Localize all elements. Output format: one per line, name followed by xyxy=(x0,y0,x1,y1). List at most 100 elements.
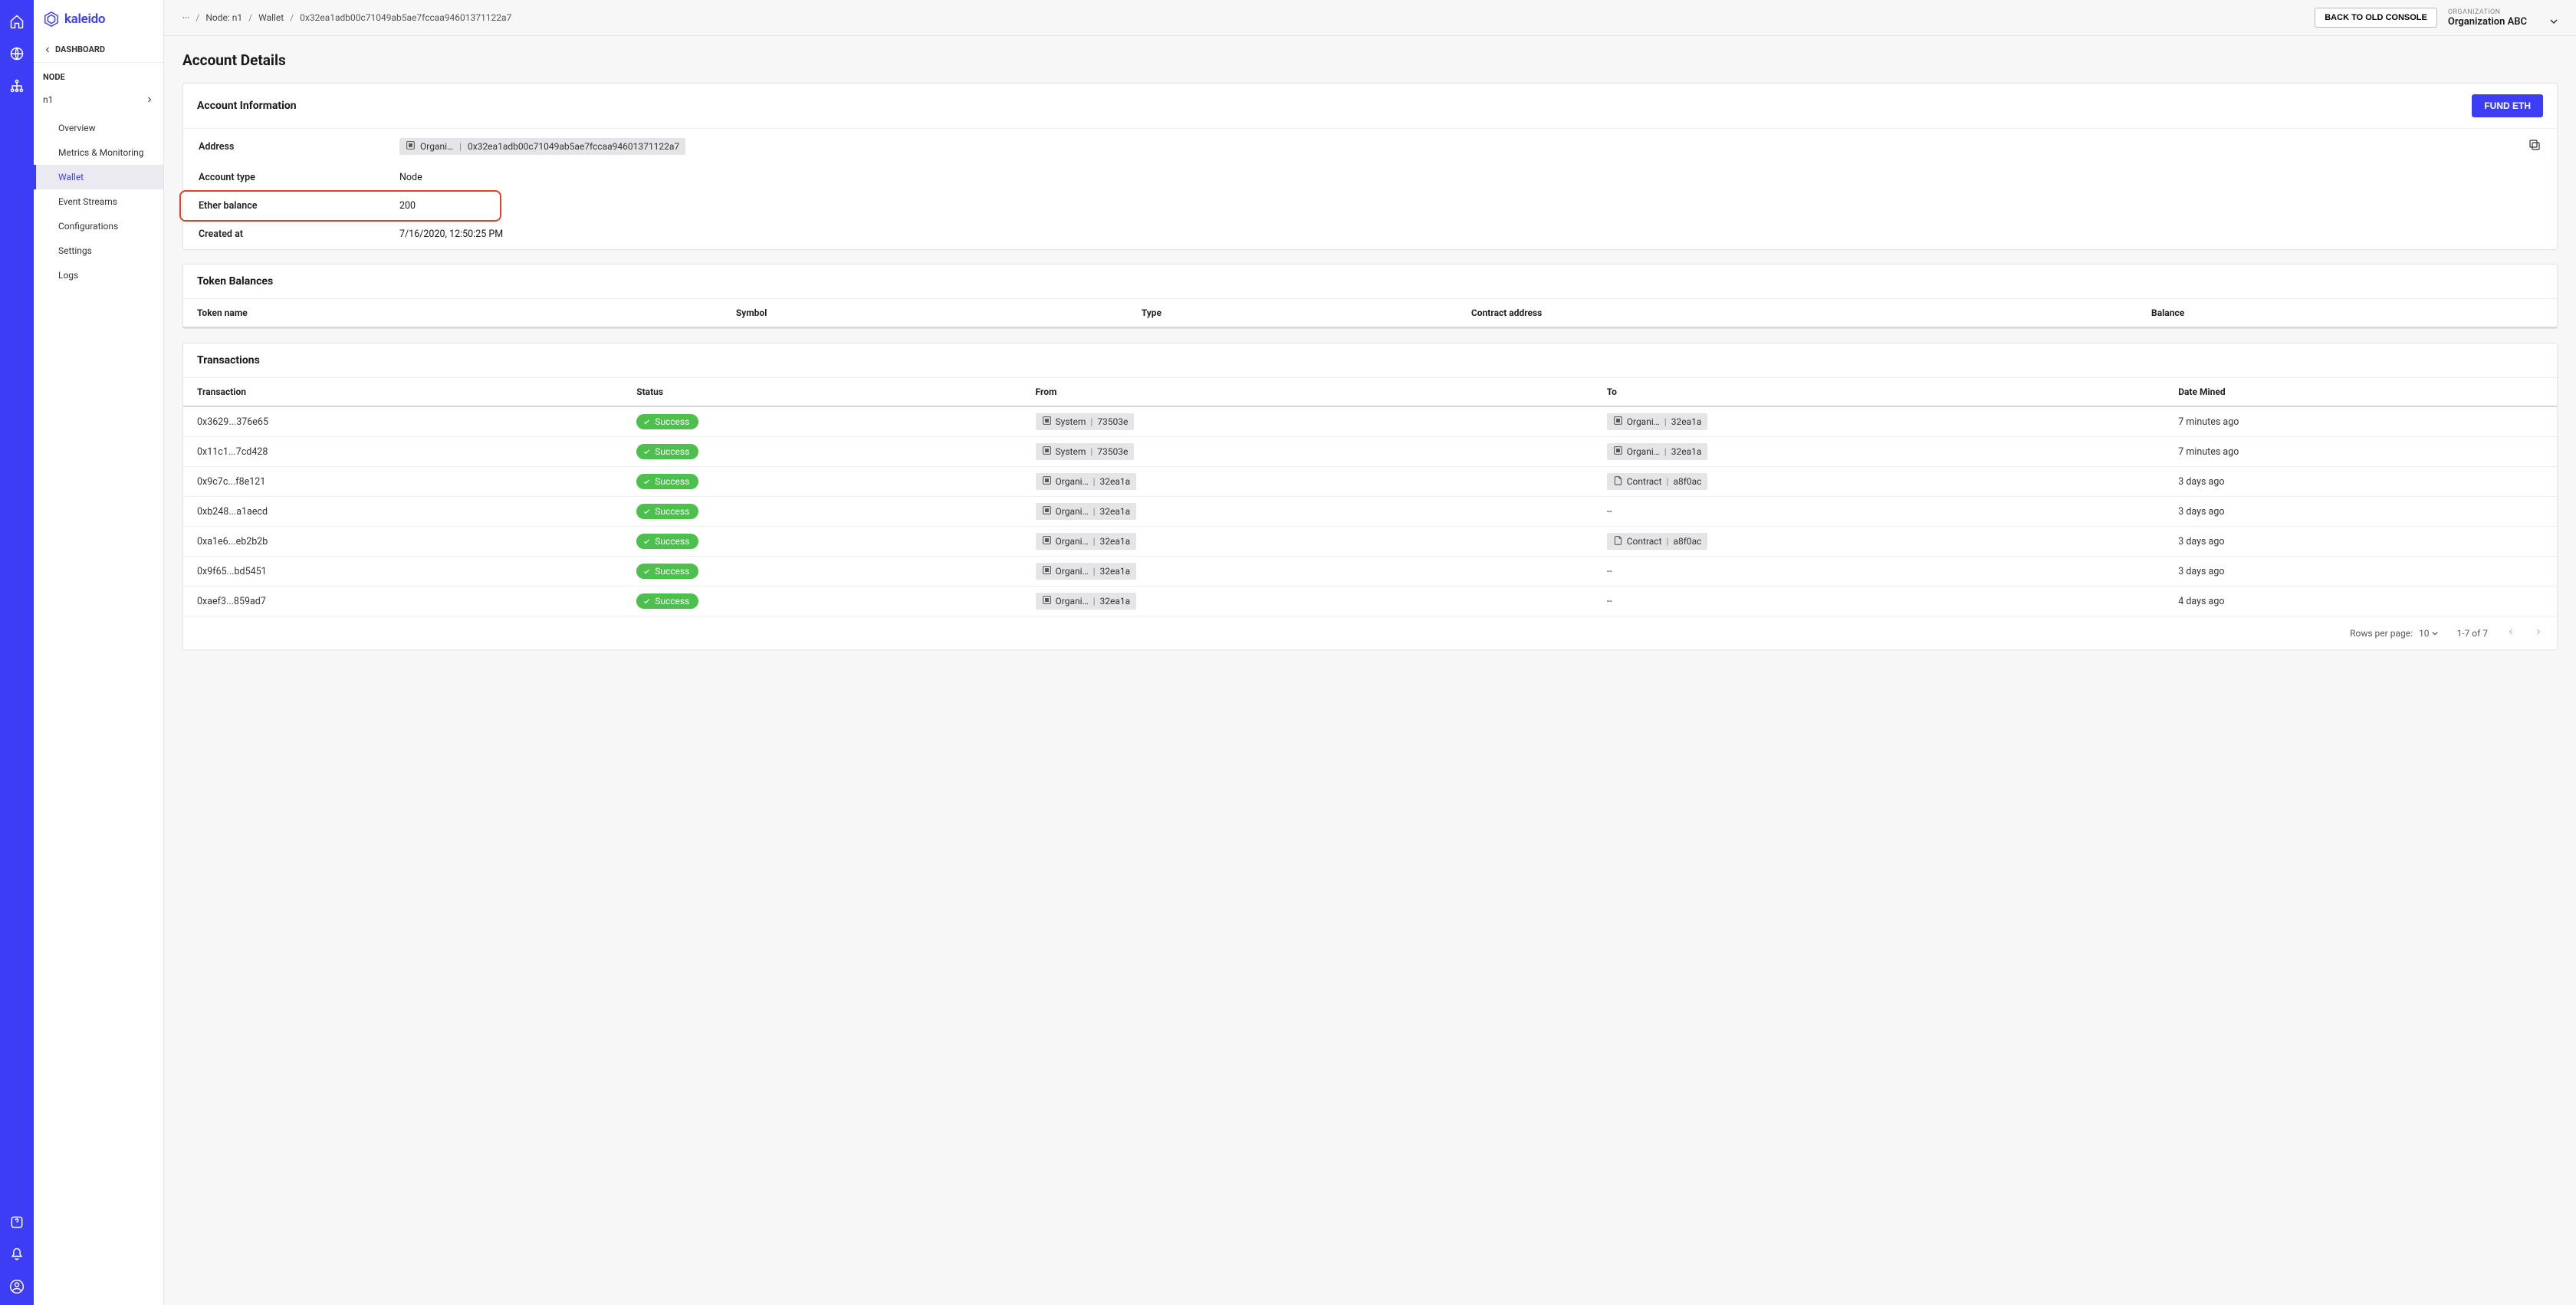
col-to: To xyxy=(1593,378,2164,406)
check-icon xyxy=(642,508,651,516)
org-chip[interactable]: Organi…|32ea1a xyxy=(1036,533,1137,550)
date-mined: 7 minutes ago xyxy=(2164,437,2557,467)
tx-hash: 0x9c7c...f8e121 xyxy=(183,467,623,497)
pagination: Rows per page: 10 1-7 of 7 xyxy=(183,616,2557,649)
token-balances-title: Token Balances xyxy=(197,275,273,288)
table-row[interactable]: 0x11c1...7cd428SuccessSystem|73503eOrgan… xyxy=(183,437,2557,467)
brand-name: kaleido xyxy=(64,12,105,27)
tx-hash: 0x3629...376e65 xyxy=(183,406,623,437)
status-badge: Success xyxy=(636,564,698,579)
check-icon xyxy=(642,478,651,486)
status-badge: Success xyxy=(636,504,698,519)
kaleido-logo-icon xyxy=(43,11,60,28)
org-icon xyxy=(1042,445,1052,458)
col-token-name: Token name xyxy=(183,299,722,327)
token-balances-card: Token Balances Token name Symbol Type Co… xyxy=(182,264,2558,329)
account-info-card: Account Information FUND ETH Address Org… xyxy=(182,83,2558,250)
org-chip[interactable]: Organi…|32ea1a xyxy=(1036,473,1137,490)
contract-chip[interactable]: Contract|a8f0ac xyxy=(1607,473,1708,490)
status-badge: Success xyxy=(636,444,698,459)
transactions-title: Transactions xyxy=(197,354,260,367)
system-chip[interactable]: System|73503e xyxy=(1036,443,1135,460)
address-chip[interactable]: Organi… | 0x32ea1adb00c71049ab5ae7fccaa9… xyxy=(399,138,685,155)
sidebar-item-event-streams[interactable]: Event Streams xyxy=(34,189,163,214)
date-mined: 3 days ago xyxy=(2164,527,2557,557)
table-row[interactable]: 0xa1e6...eb2b2bSuccessOrgani…|32ea1aCont… xyxy=(183,527,2557,557)
org-chip[interactable]: Organi…|32ea1a xyxy=(1607,443,1708,460)
table-row[interactable]: 0x9f65...bd5451SuccessOrgani…|32ea1a--3 … xyxy=(183,557,2557,587)
sidebar-item-configurations[interactable]: Configurations xyxy=(34,214,163,238)
breadcrumb-node[interactable]: Node: n1 xyxy=(205,12,242,23)
copy-address-button[interactable] xyxy=(2528,138,2542,155)
document-icon xyxy=(1613,475,1623,488)
table-row[interactable]: 0x9c7c...f8e121 Success Organi…|32ea1a Cont… xyxy=(183,467,2557,497)
col-contract: Contract address xyxy=(1457,299,2137,327)
org-icon xyxy=(1042,416,1052,428)
home-icon[interactable] xyxy=(3,8,31,35)
date-mined: 3 days ago xyxy=(2164,467,2557,497)
org-chip[interactable]: Organi…|32ea1a xyxy=(1036,563,1137,580)
sidebar-item-metrics-monitoring[interactable]: Metrics & Monitoring xyxy=(34,140,163,165)
col-type: Type xyxy=(1128,299,1457,327)
tx-hash: 0xaef3...859ad7 xyxy=(183,587,623,616)
tx-hash: 0xb248...a1aecd xyxy=(183,497,623,527)
topbar: ··· / Node: n1 / Wallet / 0x32ea1adb00c7… xyxy=(164,0,2576,36)
table-row[interactable]: 0x3629...376e65SuccessSystem|73503eOrgan… xyxy=(183,406,2557,437)
breadcrumb-wallet[interactable]: Wallet xyxy=(258,12,284,23)
breadcrumb-root[interactable]: ··· xyxy=(182,12,189,23)
table-row[interactable]: 0xaef3...859ad7SuccessOrgani…|32ea1a--4 … xyxy=(183,587,2557,616)
breadcrumb: ··· / Node: n1 / Wallet / 0x32ea1adb00c7… xyxy=(182,12,2307,23)
sidebar-item-logs[interactable]: Logs xyxy=(34,263,163,288)
caret-down-icon xyxy=(2550,18,2558,25)
status-badge: Success xyxy=(636,474,698,489)
breadcrumb-address: 0x32ea1adb00c71049ab5ae7fccaa94601371122… xyxy=(300,12,511,23)
pagination-range: 1-7 of 7 xyxy=(2456,628,2488,639)
nav-node-row[interactable]: n1 xyxy=(34,87,163,113)
table-row[interactable]: 0xb248...a1aecdSuccessOrgani…|32ea1a--3 … xyxy=(183,497,2557,527)
org-chip[interactable]: Organi…|32ea1a xyxy=(1036,503,1137,520)
back-old-console-button[interactable]: BACK TO OLD CONSOLE xyxy=(2315,8,2437,28)
check-icon xyxy=(642,597,651,606)
system-chip[interactable]: System|73503e xyxy=(1036,413,1135,430)
tx-hash: 0x9f65...bd5451 xyxy=(183,557,623,587)
col-status: Status xyxy=(623,378,1021,406)
date-mined: 4 days ago xyxy=(2164,587,2557,616)
org-chip[interactable]: Organi…|32ea1a xyxy=(1607,413,1708,430)
sidebar-item-settings[interactable]: Settings xyxy=(34,238,163,263)
col-date: Date Mined xyxy=(2164,378,2557,406)
account-icon[interactable] xyxy=(3,1273,31,1300)
org-chart-icon[interactable] xyxy=(3,72,31,100)
sidebar-item-overview[interactable]: Overview xyxy=(34,116,163,140)
org-chip[interactable]: Organi…|32ea1a xyxy=(1036,593,1137,610)
status-badge: Success xyxy=(636,593,698,609)
main-area: ··· / Node: n1 / Wallet / 0x32ea1adb00c7… xyxy=(164,0,2576,1305)
nav-back-dashboard[interactable]: DASHBOARD xyxy=(34,37,163,63)
caret-down-icon xyxy=(2432,630,2438,636)
date-mined: 3 days ago xyxy=(2164,497,2557,527)
row-account-type: Account type Node xyxy=(185,164,2555,191)
org-icon xyxy=(406,140,416,153)
col-from: From xyxy=(1022,378,1593,406)
org-selector[interactable]: ORGANIZATION Organization ABC xyxy=(2448,8,2558,28)
transactions-card: Transactions Transaction Status From To … xyxy=(182,343,2558,650)
date-mined: 7 minutes ago xyxy=(2164,406,2557,437)
next-page-button[interactable] xyxy=(2534,627,2543,639)
org-icon xyxy=(1613,445,1623,458)
prev-page-button[interactable] xyxy=(2506,627,2515,639)
document-icon xyxy=(1613,535,1623,547)
brand-logo[interactable]: kaleido xyxy=(34,0,163,37)
sidebar-item-wallet[interactable]: Wallet xyxy=(34,165,163,189)
col-tx: Transaction xyxy=(183,378,623,406)
fund-eth-button[interactable]: FUND ETH xyxy=(2472,94,2543,117)
page-title: Account Details xyxy=(182,51,2558,69)
chevron-left-icon xyxy=(43,45,52,54)
globe-icon[interactable] xyxy=(3,40,31,67)
col-symbol: Symbol xyxy=(722,299,1128,327)
icon-rail xyxy=(0,0,34,1305)
bell-icon[interactable] xyxy=(3,1241,31,1268)
contract-chip[interactable]: Contract|a8f0ac xyxy=(1607,533,1708,550)
org-icon xyxy=(1613,416,1623,428)
help-icon[interactable] xyxy=(3,1208,31,1236)
rows-per-page-select[interactable]: 10 xyxy=(2419,628,2439,639)
check-icon xyxy=(642,537,651,546)
